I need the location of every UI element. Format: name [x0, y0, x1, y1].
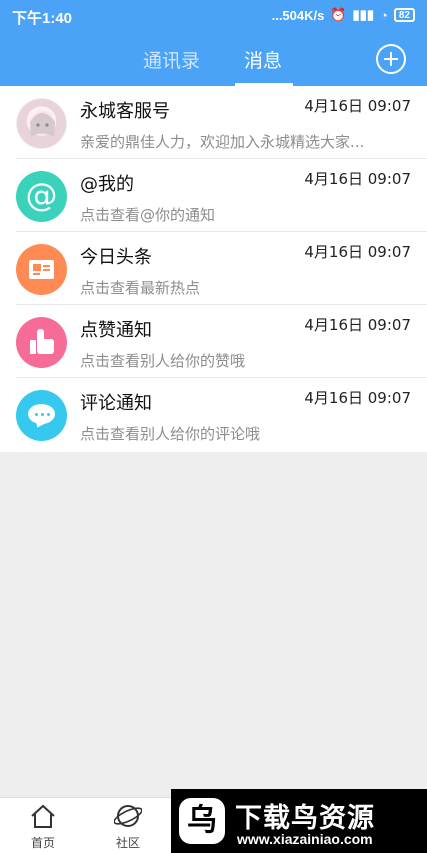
message-title: @我的 — [80, 174, 134, 195]
message-preview: 点击查看最新热点 — [80, 279, 201, 297]
message-preview: 亲爱的鼎佳人力，欢迎加入永城精选大家... — [80, 133, 365, 151]
message-preview: 点击查看别人给你的评论哦 — [80, 425, 261, 443]
thumbs-up-icon — [16, 317, 67, 368]
watermark-logo-icon: 乌 — [179, 798, 225, 844]
network-speed: ...504K/s — [271, 7, 325, 23]
status-time: 下午1:40 — [12, 10, 73, 27]
status-indicators: ...504K/s ⏰ ▮▮▮ ◔ 82 — [272, 7, 415, 23]
message-time: 4月16日 09:07 — [304, 170, 411, 188]
message-time: 4月16日 09:07 — [304, 97, 411, 115]
nav-community[interactable]: 社区 — [93, 798, 163, 853]
nav-home-label: 首页 — [30, 836, 55, 850]
nav-home[interactable]: 首页 — [8, 798, 78, 853]
message-title: 今日头条 — [80, 247, 152, 268]
planet-icon — [114, 805, 142, 827]
newspaper-shape — [29, 260, 54, 279]
message-title: 评论通知 — [80, 393, 152, 414]
thumb-finger — [37, 329, 44, 342]
status-bar: 下午1:40 ...504K/s ⏰ ▮▮▮ ◔ 82 — [0, 0, 427, 30]
wifi-icon: ◔ — [380, 7, 388, 23]
signal-icon: ▮▮▮ — [352, 7, 375, 22]
message-item-headlines[interactable]: 今日头条 4月16日 09:07 点击查看最新热点 — [0, 232, 427, 305]
watermark: 乌 下载鸟资源 www.xiazainiao.com — [171, 789, 427, 853]
battery-icon: 82 — [393, 8, 415, 22]
tab-messages[interactable]: 消息 — [244, 46, 282, 73]
message-title: 点赞通知 — [80, 320, 152, 341]
avatar-illustration — [30, 111, 55, 137]
add-button[interactable] — [376, 44, 406, 74]
message-item-likes[interactable]: 点赞通知 4月16日 09:07 点击查看别人给你的赞哦 — [0, 305, 427, 378]
comment-icon — [16, 390, 67, 441]
message-title: 永城客服号 — [80, 101, 170, 122]
home-icon — [31, 804, 55, 828]
alarm-icon: ⏰ — [330, 7, 347, 22]
message-header: 通讯录 消息 — [0, 30, 427, 86]
nav-community-label: 社区 — [115, 836, 140, 850]
tab-contacts[interactable]: 通讯录 — [143, 46, 200, 73]
message-time: 4月16日 09:07 — [304, 243, 411, 261]
message-item-mentions[interactable]: @ @我的 4月16日 09:07 点击查看@你的通知 — [0, 159, 427, 232]
message-time: 4月16日 09:07 — [304, 316, 411, 334]
message-item-customer-service[interactable]: 永城客服号 4月16日 09:07 亲爱的鼎佳人力，欢迎加入永城精选大家... — [0, 86, 427, 159]
message-preview: 点击查看别人给你的赞哦 — [80, 352, 246, 370]
watermark-url: www.xiazainiao.com — [237, 831, 373, 847]
message-list: 永城客服号 4月16日 09:07 亲爱的鼎佳人力，欢迎加入永城精选大家... … — [0, 86, 427, 452]
thumb-base — [30, 340, 36, 354]
watermark-title: 下载鸟资源 — [235, 803, 375, 834]
message-preview: 点击查看@你的通知 — [80, 206, 216, 224]
message-item-comments[interactable]: 评论通知 4月16日 09:07 点击查看别人给你的评论哦 — [0, 378, 427, 451]
at-icon: @ — [16, 171, 67, 222]
customer-service-avatar — [16, 98, 67, 149]
message-time: 4月16日 09:07 — [304, 389, 411, 407]
newspaper-icon — [16, 244, 67, 295]
comment-bubble — [28, 404, 55, 424]
